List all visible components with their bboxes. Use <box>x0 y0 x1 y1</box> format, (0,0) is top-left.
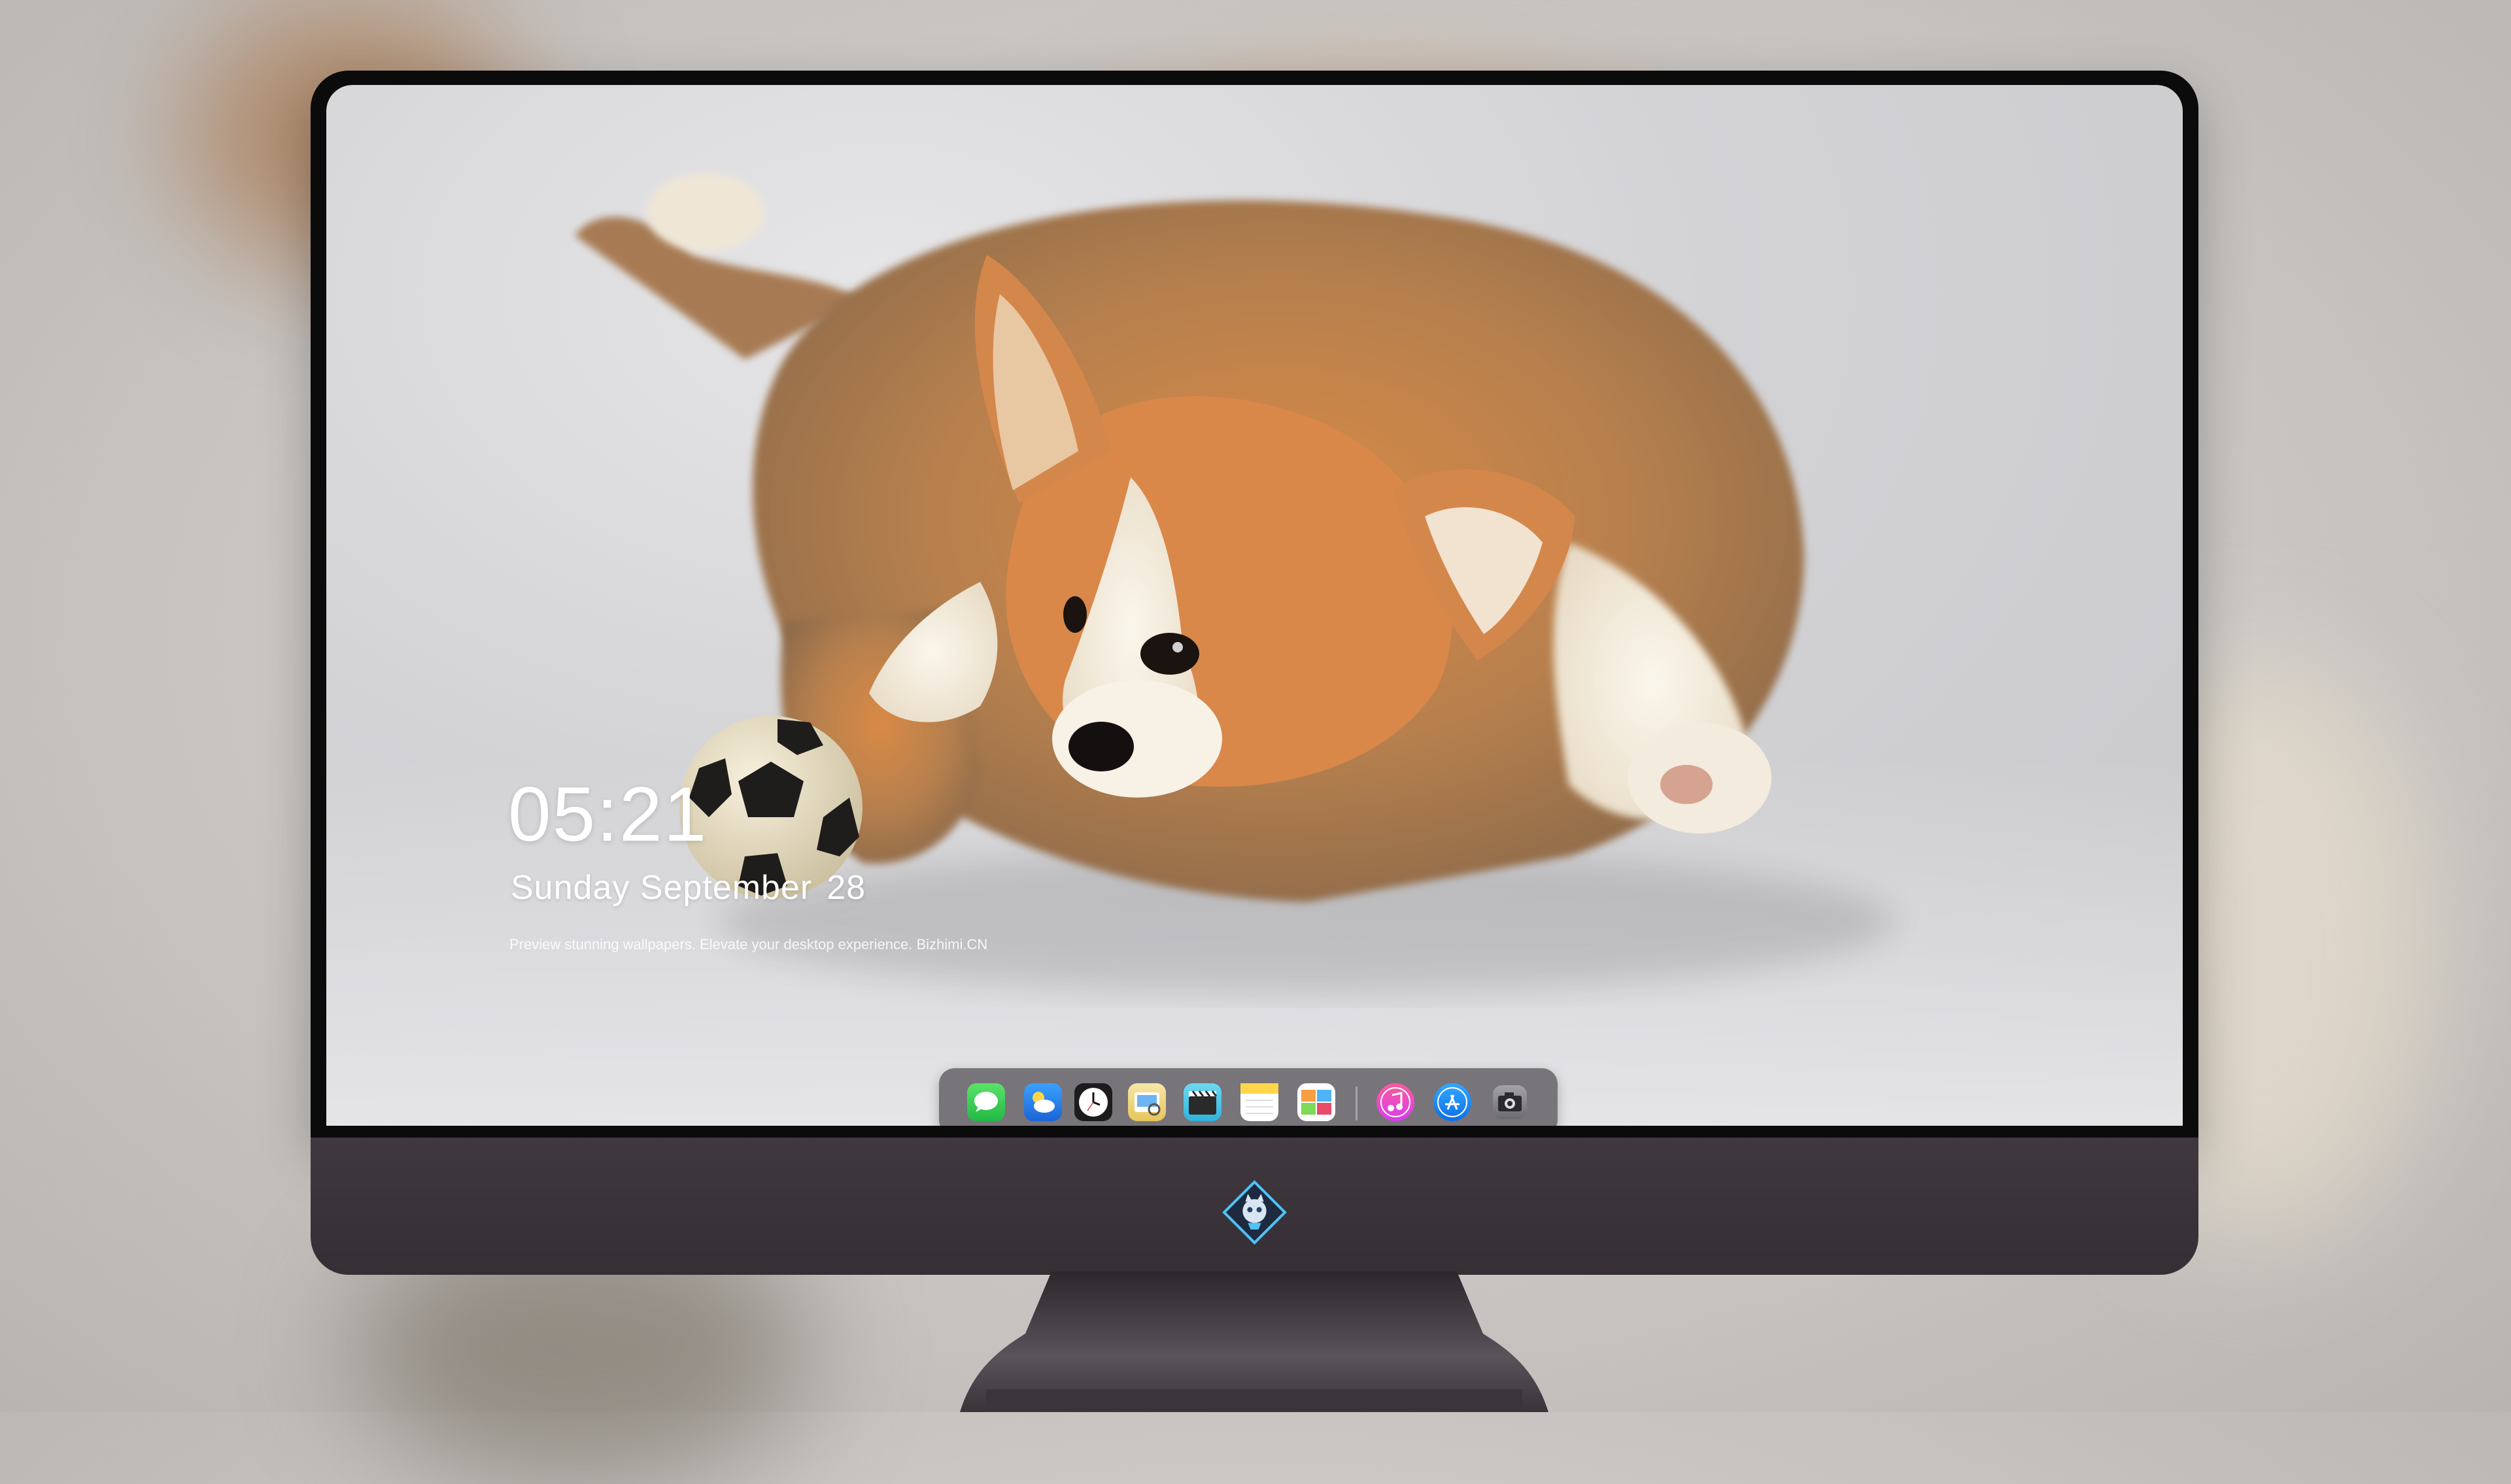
date-month: September <box>640 869 813 907</box>
lock-screen[interactable]: 05:21 Sunday September 28 Preview stunnin… <box>326 85 2183 1126</box>
lock-screen-clock: 05:21 <box>508 771 708 858</box>
monitor-stand <box>960 1272 1548 1412</box>
clips-icon[interactable] <box>1184 1083 1221 1121</box>
camera-icon[interactable] <box>1493 1085 1527 1119</box>
monitor-chin <box>311 1138 2198 1275</box>
lock-screen-date: Sunday September 28 <box>511 868 866 907</box>
app-store-icon[interactable] <box>1433 1083 1471 1121</box>
dock <box>939 1068 1558 1126</box>
monitor-bezel: 05:21 Sunday September 28 Preview stunnin… <box>311 71 2198 1138</box>
dock-divider <box>1356 1087 1358 1121</box>
music-icon[interactable] <box>1376 1083 1414 1121</box>
notes-icon[interactable] <box>1240 1083 1278 1121</box>
brand-logo-icon <box>1222 1180 1287 1245</box>
preview-icon[interactable] <box>1128 1083 1166 1121</box>
corgi-wallpaper <box>575 173 1896 994</box>
imac-monitor: 05:21 Sunday September 28 Preview stunnin… <box>311 71 2198 1275</box>
clock-icon[interactable] <box>1074 1083 1112 1121</box>
messages-icon[interactable] <box>967 1083 1005 1121</box>
lock-screen-tagline: Preview stunning wallpapers. Elevate you… <box>509 936 988 953</box>
date-number: 28 <box>827 869 866 907</box>
date-day: Sunday <box>511 869 630 907</box>
photo-booth-icon[interactable] <box>1297 1083 1335 1121</box>
weather-icon[interactable] <box>1024 1083 1062 1121</box>
